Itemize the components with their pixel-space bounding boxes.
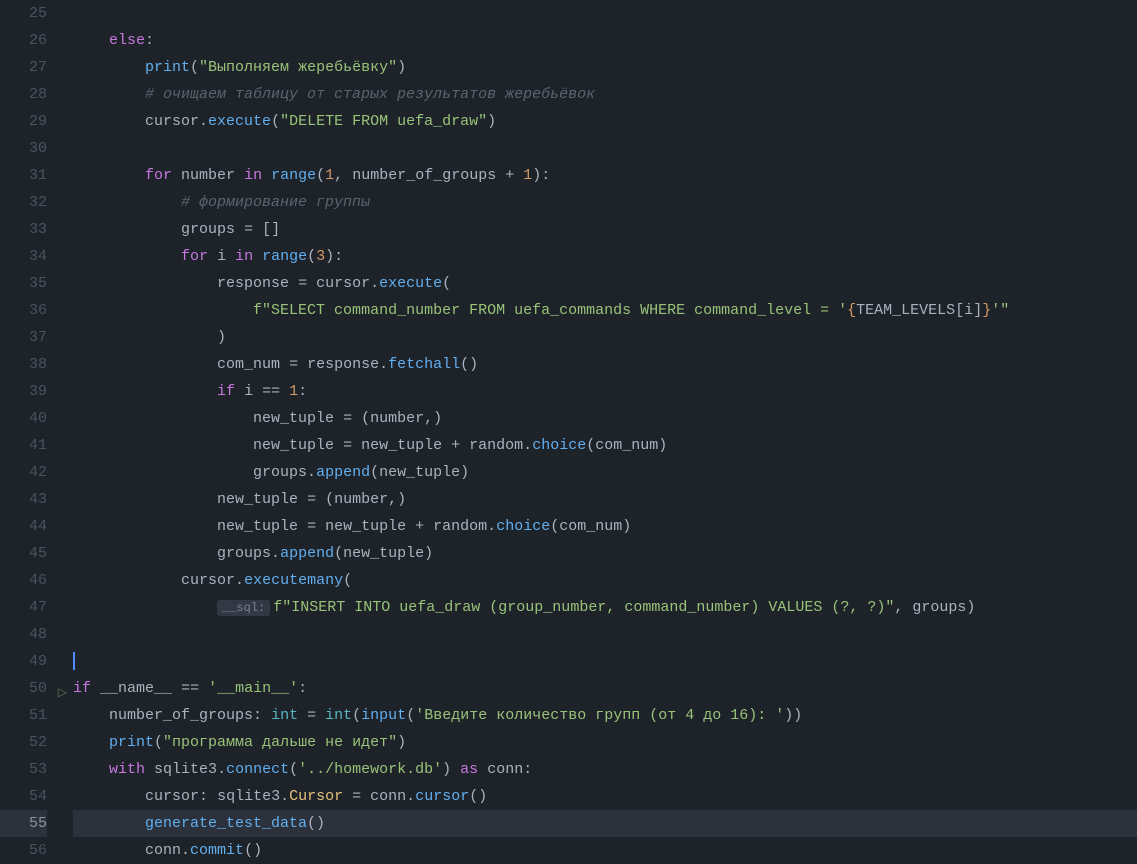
- line-number: 52: [0, 729, 47, 756]
- line-number: 36: [0, 297, 47, 324]
- code-line[interactable]: conn.commit(): [73, 837, 1137, 864]
- code-line[interactable]: new_tuple = new_tuple + random.choice(co…: [73, 432, 1137, 459]
- code-line[interactable]: for number in range(1, number_of_groups …: [73, 162, 1137, 189]
- code-line[interactable]: else:: [73, 27, 1137, 54]
- code-line[interactable]: if i == 1:: [73, 378, 1137, 405]
- code-line[interactable]: cursor.execute("DELETE FROM uefa_draw"): [73, 108, 1137, 135]
- code-line[interactable]: print("программа дальше не идет"): [73, 729, 1137, 756]
- line-number: 39: [0, 378, 47, 405]
- line-number: 27: [0, 54, 47, 81]
- line-number: 48: [0, 621, 47, 648]
- line-number: 30: [0, 135, 47, 162]
- code-line[interactable]: number_of_groups: int = int(input('Введи…: [73, 702, 1137, 729]
- line-number: 45: [0, 540, 47, 567]
- code-line[interactable]: f"SELECT command_number FROM uefa_comman…: [73, 297, 1137, 324]
- line-number: 33: [0, 216, 47, 243]
- line-number: 37: [0, 324, 47, 351]
- code-line[interactable]: [73, 621, 1137, 648]
- line-number: 49: [0, 648, 47, 675]
- code-line[interactable]: com_num = response.fetchall(): [73, 351, 1137, 378]
- code-line[interactable]: groups.append(new_tuple): [73, 459, 1137, 486]
- code-line[interactable]: new_tuple = new_tuple + random.choice(co…: [73, 513, 1137, 540]
- code-line[interactable]: [73, 0, 1137, 27]
- code-line[interactable]: new_tuple = (number,): [73, 405, 1137, 432]
- line-number: 56: [0, 837, 47, 864]
- line-number: 31: [0, 162, 47, 189]
- code-line[interactable]: ): [73, 324, 1137, 351]
- code-content[interactable]: else: print("Выполняем жеребьёвку") # оч…: [55, 0, 1137, 848]
- line-number: 55: [0, 810, 47, 837]
- code-line[interactable]: cursor: sqlite3.Cursor = conn.cursor(): [73, 783, 1137, 810]
- code-line[interactable]: [73, 648, 1137, 675]
- line-number: 53: [0, 756, 47, 783]
- line-number: 29: [0, 108, 47, 135]
- line-number: 38: [0, 351, 47, 378]
- line-number: 25: [0, 0, 47, 27]
- line-number: 50▷: [0, 675, 47, 702]
- line-number: 47: [0, 594, 47, 621]
- code-line[interactable]: response = cursor.execute(: [73, 270, 1137, 297]
- line-number: 35: [0, 270, 47, 297]
- line-number: 40: [0, 405, 47, 432]
- line-number: 54: [0, 783, 47, 810]
- code-editor[interactable]: 25 26 27 28 29 30 31 32 33 34 35 36 37 3…: [0, 0, 1137, 848]
- code-line[interactable]: new_tuple = (number,): [73, 486, 1137, 513]
- code-line[interactable]: # очищаем таблицу от старых результатов …: [73, 81, 1137, 108]
- line-number: 34: [0, 243, 47, 270]
- code-line[interactable]: [73, 135, 1137, 162]
- code-line[interactable]: with sqlite3.connect('../homework.db') a…: [73, 756, 1137, 783]
- parameter-hint: __sql:: [217, 600, 270, 616]
- code-line[interactable]: groups = []: [73, 216, 1137, 243]
- line-number: 28: [0, 81, 47, 108]
- line-number: 44: [0, 513, 47, 540]
- line-number: 41: [0, 432, 47, 459]
- code-line[interactable]: print("Выполняем жеребьёвку"): [73, 54, 1137, 81]
- line-number: 46: [0, 567, 47, 594]
- code-line[interactable]: cursor.executemany(: [73, 567, 1137, 594]
- line-number: 26: [0, 27, 47, 54]
- code-line[interactable]: generate_test_data(): [73, 810, 1137, 837]
- code-line[interactable]: # формирование группы: [73, 189, 1137, 216]
- line-number-gutter: 25 26 27 28 29 30 31 32 33 34 35 36 37 3…: [0, 0, 55, 848]
- line-number: 42: [0, 459, 47, 486]
- line-number: 43: [0, 486, 47, 513]
- code-line[interactable]: if __name__ == '__main__':: [73, 675, 1137, 702]
- line-number: 51: [0, 702, 47, 729]
- code-line[interactable]: groups.append(new_tuple): [73, 540, 1137, 567]
- code-line[interactable]: for i in range(3):: [73, 243, 1137, 270]
- code-line[interactable]: __sql:f"INSERT INTO uefa_draw (group_num…: [73, 594, 1137, 621]
- line-number: 32: [0, 189, 47, 216]
